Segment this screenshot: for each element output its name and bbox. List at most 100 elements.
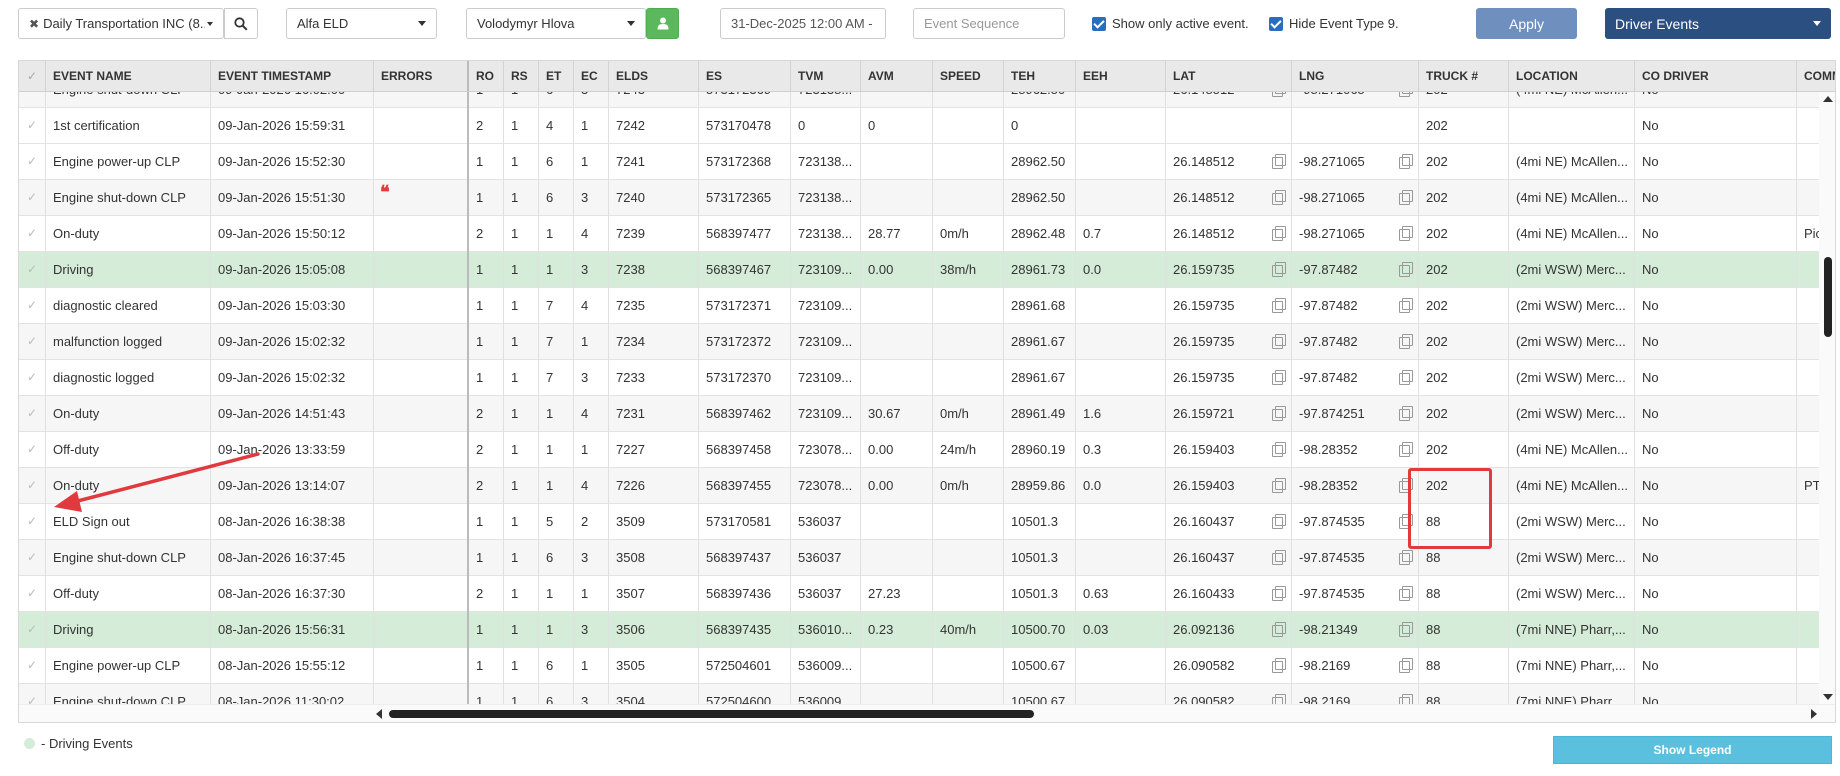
- row-select-checkbox[interactable]: ✓: [19, 540, 46, 576]
- copy-icon[interactable]: [1272, 442, 1286, 457]
- copy-icon[interactable]: [1399, 226, 1413, 241]
- driver-profile-button[interactable]: [646, 8, 679, 39]
- row-select-checkbox[interactable]: ✓: [19, 684, 46, 704]
- table-row[interactable]: ✓ Driving 08-Jan-2026 15:56:31 1 1 1 3 3506 5683…: [19, 612, 1835, 648]
- column-header-err[interactable]: ERRORS: [374, 61, 469, 91]
- copy-icon[interactable]: [1272, 550, 1286, 565]
- horizontal-scroll-thumb[interactable]: [389, 710, 1034, 718]
- copy-icon[interactable]: [1399, 262, 1413, 277]
- company-select[interactable]: ✖ Daily Transportation INC (8...: [18, 8, 224, 39]
- column-header-name[interactable]: EVENT NAME: [46, 61, 211, 91]
- vertical-scroll-thumb[interactable]: [1824, 257, 1832, 337]
- copy-icon[interactable]: [1272, 190, 1286, 205]
- row-select-checkbox[interactable]: ✓: [19, 92, 46, 108]
- scroll-right-icon[interactable]: [1811, 709, 1817, 719]
- row-select-checkbox[interactable]: ✓: [19, 576, 46, 612]
- search-button[interactable]: [224, 8, 258, 39]
- column-header-lng[interactable]: LNG: [1292, 61, 1419, 91]
- copy-icon[interactable]: [1272, 406, 1286, 421]
- copy-icon[interactable]: [1399, 406, 1413, 421]
- table-row[interactable]: ✓ Off-duty 09-Jan-2026 13:33:59 2 1 1 1 7227 568…: [19, 432, 1835, 468]
- table-row[interactable]: ✓ diagnostic cleared 09-Jan-2026 15:03:30 1…: [19, 288, 1835, 324]
- column-header-elds[interactable]: ELDS: [609, 61, 699, 91]
- table-row[interactable]: ✓ On-duty 09-Jan-2026 13:14:07 2 1 1 4 7226 5683…: [19, 468, 1835, 504]
- row-select-checkbox[interactable]: ✓: [19, 324, 46, 360]
- row-select-checkbox[interactable]: ✓: [19, 180, 46, 216]
- column-header-es[interactable]: ES: [699, 61, 791, 91]
- row-select-checkbox[interactable]: ✓: [19, 144, 46, 180]
- row-select-checkbox[interactable]: ✓: [19, 288, 46, 324]
- column-header-co[interactable]: CO DRIVER: [1635, 61, 1797, 91]
- eld-select[interactable]: Alfa ELD: [286, 8, 437, 39]
- scroll-left-icon[interactable]: [376, 709, 382, 719]
- table-row[interactable]: ✓ Off-duty 08-Jan-2026 16:37:30 2 1 1 1 3507 568…: [19, 576, 1835, 612]
- column-header-comm[interactable]: COMM: [1797, 61, 1835, 91]
- column-header-truck[interactable]: TRUCK #: [1419, 61, 1509, 91]
- copy-icon[interactable]: [1399, 370, 1413, 385]
- checkbox-checked-icon[interactable]: [1092, 16, 1106, 31]
- row-select-checkbox[interactable]: ✓: [19, 396, 46, 432]
- column-header-lat[interactable]: LAT: [1166, 61, 1292, 91]
- table-row[interactable]: ✓ Engine shut-down CLP 08-Jan-2026 11:30:0…: [19, 684, 1835, 704]
- row-select-checkbox[interactable]: ✓: [19, 612, 46, 648]
- copy-icon[interactable]: [1399, 658, 1413, 673]
- table-row[interactable]: ✓ On-duty 09-Jan-2026 14:51:43 2 1 1 4 7231 5683…: [19, 396, 1835, 432]
- column-header-ec[interactable]: EC: [574, 61, 609, 91]
- copy-icon[interactable]: [1272, 226, 1286, 241]
- column-header-teh[interactable]: TEH: [1004, 61, 1076, 91]
- column-header-ro[interactable]: RO: [469, 61, 504, 91]
- error-quote-icon[interactable]: ❝: [380, 184, 390, 202]
- table-row[interactable]: ✓ ELD Sign out 08-Jan-2026 16:38:38 1 1 5 2 350…: [19, 504, 1835, 540]
- copy-icon[interactable]: [1399, 586, 1413, 601]
- table-row[interactable]: ✓ malfunction logged 09-Jan-2026 15:02:32 1…: [19, 324, 1835, 360]
- table-row[interactable]: ✓ Engine power-up CLP 09-Jan-2026 15:52:30…: [19, 144, 1835, 180]
- copy-icon[interactable]: [1272, 154, 1286, 169]
- column-header-et[interactable]: ET: [539, 61, 574, 91]
- copy-icon[interactable]: [1272, 478, 1286, 493]
- copy-icon[interactable]: [1399, 694, 1413, 704]
- copy-icon[interactable]: [1272, 334, 1286, 349]
- column-header-eeh[interactable]: EEH: [1076, 61, 1166, 91]
- copy-icon[interactable]: [1272, 586, 1286, 601]
- table-row[interactable]: ✓ On-duty 09-Jan-2026 15:50:12 2 1 1 4 7239 5683…: [19, 216, 1835, 252]
- column-header-rs[interactable]: RS: [504, 61, 539, 91]
- scroll-up-icon[interactable]: [1823, 96, 1833, 102]
- table-row[interactable]: ✓ diagnostic logged 09-Jan-2026 15:02:32 1 1…: [19, 360, 1835, 396]
- copy-icon[interactable]: [1272, 370, 1286, 385]
- clear-icon[interactable]: ✖: [29, 17, 39, 31]
- table-row[interactable]: ✓ Driving 09-Jan-2026 15:05:08 1 1 1 3 7238 5683…: [19, 252, 1835, 288]
- table-row[interactable]: ✓ Engine power-up CLP 08-Jan-2026 15:55:12…: [19, 648, 1835, 684]
- copy-icon[interactable]: [1272, 262, 1286, 277]
- copy-icon[interactable]: [1272, 92, 1286, 97]
- copy-icon[interactable]: [1399, 334, 1413, 349]
- column-header-tvm[interactable]: TVM: [791, 61, 861, 91]
- copy-icon[interactable]: [1272, 514, 1286, 529]
- copy-icon[interactable]: [1272, 694, 1286, 704]
- show-active-checkbox[interactable]: Show only active event.: [1092, 8, 1249, 39]
- column-header-ts[interactable]: EVENT TIMESTAMP: [211, 61, 374, 91]
- hide-type9-checkbox[interactable]: Hide Event Type 9.: [1269, 8, 1399, 39]
- column-header-speed[interactable]: SPEED: [933, 61, 1004, 91]
- select-all-checkbox[interactable]: ✓: [19, 61, 46, 91]
- copy-icon[interactable]: [1272, 622, 1286, 637]
- copy-icon[interactable]: [1272, 298, 1286, 313]
- copy-icon[interactable]: [1399, 154, 1413, 169]
- row-select-checkbox[interactable]: ✓: [19, 216, 46, 252]
- row-select-checkbox[interactable]: ✓: [19, 432, 46, 468]
- table-row[interactable]: ✓ Engine shut-down CLP 09-Jan-2026 16:02:0…: [19, 92, 1835, 108]
- table-row[interactable]: ✓ Engine shut-down CLP 09-Jan-2026 15:51:3…: [19, 180, 1835, 216]
- row-select-checkbox[interactable]: ✓: [19, 360, 46, 396]
- copy-icon[interactable]: [1399, 190, 1413, 205]
- row-select-checkbox[interactable]: ✓: [19, 648, 46, 684]
- copy-icon[interactable]: [1399, 442, 1413, 457]
- copy-icon[interactable]: [1399, 550, 1413, 565]
- horizontal-scrollbar[interactable]: [19, 704, 1835, 722]
- row-select-checkbox[interactable]: ✓: [19, 252, 46, 288]
- scroll-down-icon[interactable]: [1823, 694, 1833, 700]
- row-select-checkbox[interactable]: ✓: [19, 468, 46, 504]
- copy-icon[interactable]: [1399, 92, 1413, 97]
- table-row[interactable]: ✓ 1st certification 09-Jan-2026 15:59:31 2 1…: [19, 108, 1835, 144]
- copy-icon[interactable]: [1272, 658, 1286, 673]
- vertical-scrollbar[interactable]: [1819, 92, 1835, 704]
- event-sequence-input[interactable]: Event Sequence: [913, 8, 1065, 39]
